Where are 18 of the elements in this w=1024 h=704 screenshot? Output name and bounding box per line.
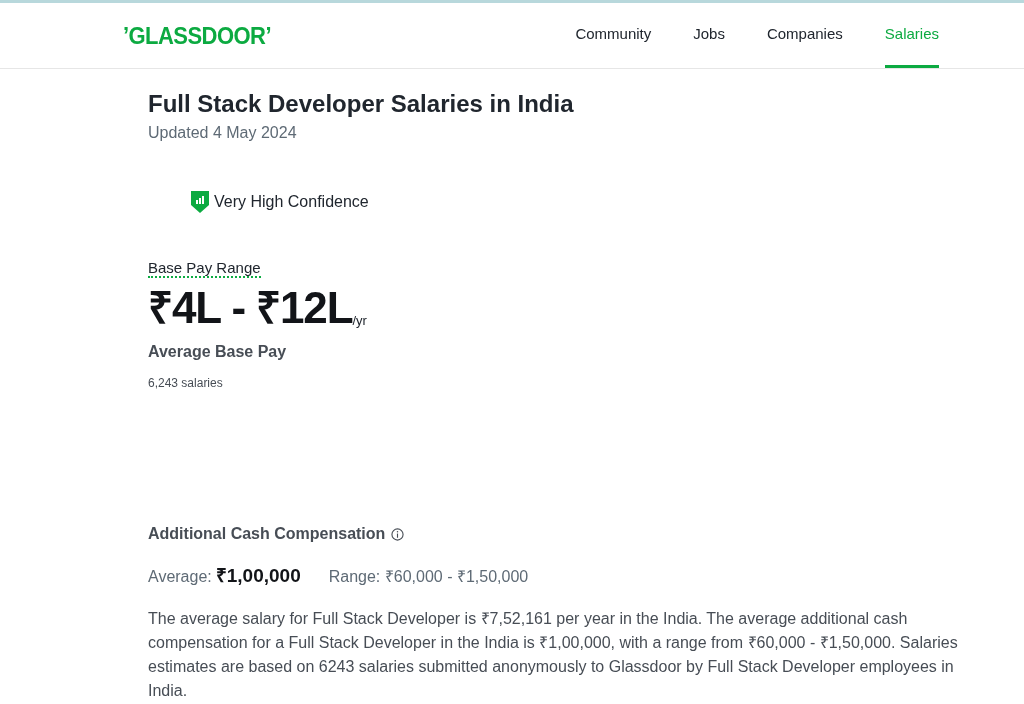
pay-range: ₹4L - ₹12L xyxy=(148,282,353,334)
section-heading: Additional Cash Compensation xyxy=(148,524,386,544)
confidence-label: Very High Confidence xyxy=(214,192,369,212)
average-base-pay-caption: Average Base Pay xyxy=(148,342,288,362)
updated-date: Updated 4 May 2024 xyxy=(148,123,298,143)
salary-count: 6,243 salaries xyxy=(148,375,224,392)
description-paragraph: The average salary for Full Stack Developer is ₹7,52,161 per year in the India. The average additional cash compensation for a Full Stack Developer in the India is ₹1,00,000, with a range from ₹60,000 - ₹1,50,000. Salaries estimates are based on 6243 salaries submitted anonymously to Glassdoor by Full Stack Developer employees in India. xyxy=(148,608,959,701)
range-text: Range: ₹60,000 - ₹1,50,000 xyxy=(328,567,529,587)
nav-tab[interactable]: Companies xyxy=(766,3,843,68)
page-title: Full Stack Developer Salaries in India xyxy=(148,89,575,119)
nav-tab[interactable]: Jobs xyxy=(693,3,725,68)
per-year-unit: /yr xyxy=(352,312,367,330)
average-amount: ₹1,00,000 xyxy=(215,564,301,588)
average-label: Average: xyxy=(148,567,212,587)
info-icon[interactable] xyxy=(391,527,405,541)
shield-chart-icon xyxy=(190,190,210,214)
base-pay-label[interactable]: Base Pay Range xyxy=(148,259,261,278)
nav-tab[interactable]: Community xyxy=(575,3,652,68)
